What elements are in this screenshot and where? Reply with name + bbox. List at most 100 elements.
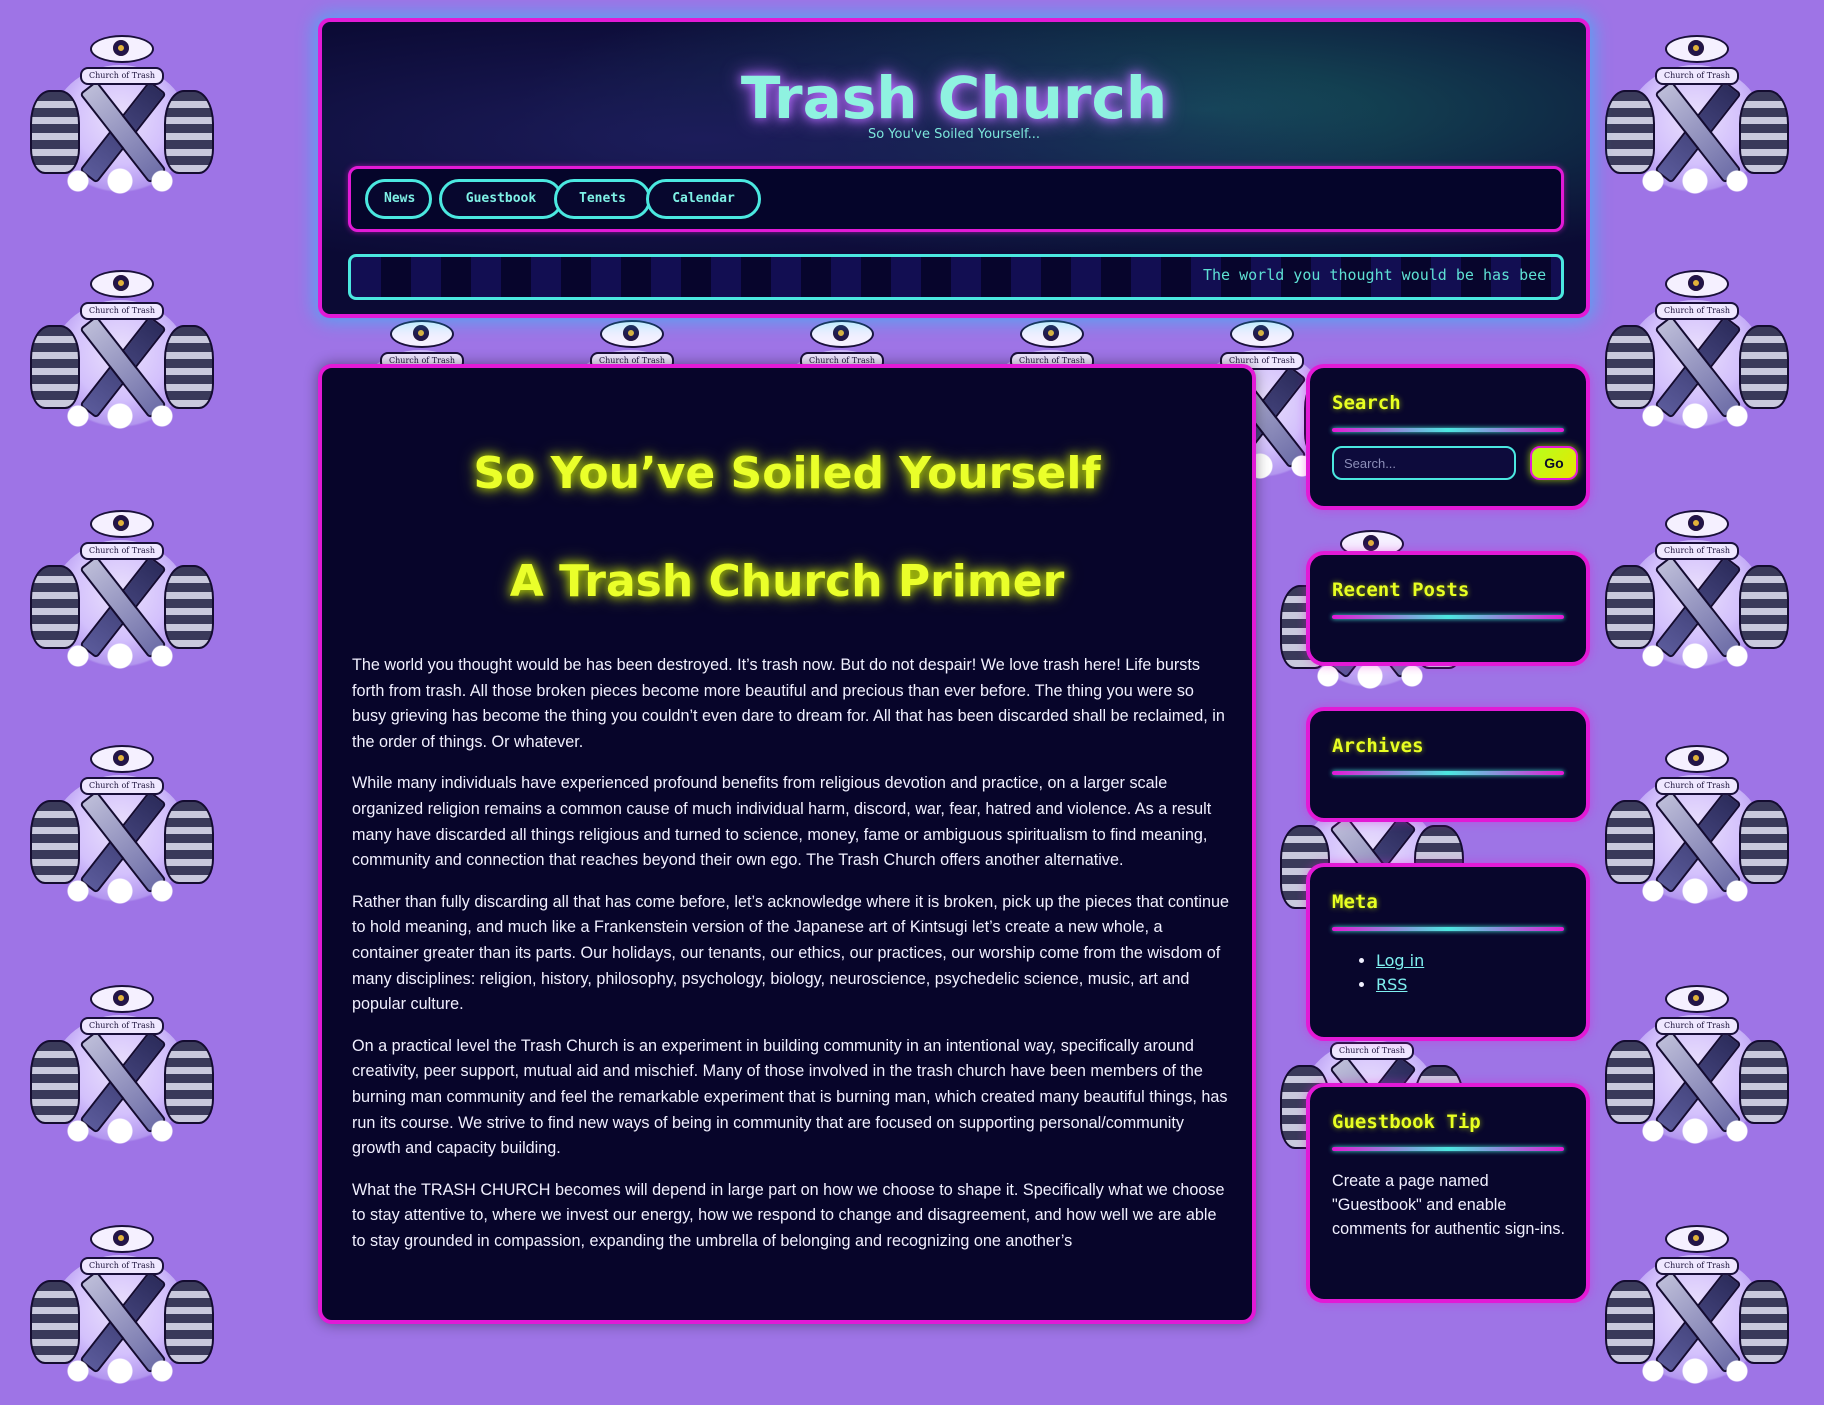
widget-divider (1332, 771, 1564, 775)
main-content: So You’ve Soiled Yourself A Trash Church… (318, 364, 1256, 1324)
search-button[interactable]: Go (1530, 446, 1578, 480)
raccoon-icon (1605, 325, 1655, 409)
raccoon-icon (1739, 1040, 1789, 1124)
raccoon-icon (164, 1280, 214, 1364)
emblem-banner: Church of Trash (1330, 1042, 1414, 1060)
emblem-decoration: Church of Trash (10, 240, 230, 450)
nav-item-guestbook[interactable]: Guestbook (439, 179, 563, 219)
emblem-decoration: Church of Trash (10, 480, 230, 690)
widget-divider (1332, 927, 1564, 931)
list-item: RSS (1376, 973, 1424, 997)
eye-icon (1665, 745, 1729, 773)
raccoon-icon (30, 1280, 80, 1364)
eye-icon (1665, 270, 1729, 298)
list-item: Log in (1376, 949, 1424, 973)
emblem-banner: Church of Trash (1655, 777, 1739, 795)
post-paragraph: The world you thought would be has been … (352, 656, 1225, 751)
site-tagline: So You've Soiled Yourself... (867, 127, 1041, 142)
emblem-banner: Church of Trash (80, 1257, 164, 1275)
raccoon-icon (1605, 1040, 1655, 1124)
eye-icon (90, 510, 154, 538)
raccoon-icon (1605, 565, 1655, 649)
emblem-banner: Church of Trash (80, 777, 164, 795)
eye-icon (90, 745, 154, 773)
scrolling-ticker: The world you thought would be has bee (348, 254, 1564, 300)
meta-link-list: Log in RSS (1350, 949, 1424, 997)
main-navigation: News Guestbook Tenets Calendar (348, 166, 1564, 232)
widget-divider (1332, 428, 1564, 432)
flower-icon (1635, 1355, 1755, 1387)
guestbook-tip-text: Create a page named "Guestbook" and enab… (1332, 1172, 1566, 1238)
emblem-banner: Church of Trash (1655, 542, 1739, 560)
emblem-banner: Church of Trash (1655, 1257, 1739, 1275)
raccoon-icon (1739, 1280, 1789, 1364)
raccoon-icon (1605, 800, 1655, 884)
emblem-banner: Church of Trash (80, 67, 164, 85)
raccoon-icon (1739, 325, 1789, 409)
eye-icon (1665, 1225, 1729, 1253)
flower-icon (60, 1115, 180, 1147)
raccoon-icon (1739, 565, 1789, 649)
flower-icon (60, 165, 180, 197)
eye-icon (810, 320, 874, 348)
eye-icon (600, 320, 664, 348)
raccoon-icon (1739, 90, 1789, 174)
raccoon-icon (30, 90, 80, 174)
eye-icon (1020, 320, 1084, 348)
emblem-banner: Church of Trash (80, 302, 164, 320)
raccoon-icon (164, 325, 214, 409)
emblem-decoration: Church of Trash (1585, 715, 1805, 925)
login-link[interactable]: Log in (1376, 951, 1424, 970)
widget-title: Recent Posts (1332, 579, 1470, 601)
emblem-banner: Church of Trash (1655, 302, 1739, 320)
widget-title: Search (1332, 392, 1401, 414)
eye-icon (1230, 320, 1294, 348)
search-widget: Search Go (1306, 364, 1590, 510)
site-title[interactable]: Trash Church (322, 64, 1586, 132)
post-body: The world you thought would be has been … (352, 653, 1232, 1270)
eye-icon (390, 320, 454, 348)
eye-icon (90, 985, 154, 1013)
eye-icon (90, 1225, 154, 1253)
flower-icon (1635, 165, 1755, 197)
eye-icon (1665, 510, 1729, 538)
emblem-decoration: Church of Trash (10, 715, 230, 925)
post-subtitle: A Trash Church Primer (509, 556, 1065, 607)
raccoon-icon (164, 800, 214, 884)
flower-icon (1635, 400, 1755, 432)
rss-link[interactable]: RSS (1376, 975, 1407, 994)
meta-widget: Meta Log in RSS (1306, 863, 1590, 1041)
search-input[interactable] (1332, 446, 1516, 480)
flower-icon (1635, 1115, 1755, 1147)
post-paragraph: What the TRASH CHURCH becomes will depen… (352, 1180, 1225, 1250)
emblem-banner: Church of Trash (80, 542, 164, 560)
emblem-decoration: Church of Trash (10, 955, 230, 1165)
emblem-banner: Church of Trash (1655, 67, 1739, 85)
flower-icon (1635, 875, 1755, 907)
flower-icon (60, 640, 180, 672)
widget-divider (1332, 1147, 1564, 1151)
emblem-decoration: Church of Trash (10, 1195, 230, 1405)
post-paragraph: While many individuals have experienced … (352, 774, 1212, 870)
widget-divider (1332, 615, 1564, 619)
emblem-decoration: Church of Trash (10, 5, 230, 215)
emblem-banner: Church of Trash (1655, 1017, 1739, 1035)
widget-title: Meta (1332, 891, 1378, 913)
widget-title: Guestbook Tip (1332, 1111, 1481, 1133)
nav-item-news[interactable]: News (365, 179, 432, 219)
raccoon-icon (164, 90, 214, 174)
emblem-decoration: Church of Trash (1585, 1195, 1805, 1405)
site-header: Trash Church So You've Soiled Yourself..… (318, 18, 1590, 318)
post-paragraph: Rather than fully discarding all that ha… (352, 892, 1230, 1014)
nav-item-calendar[interactable]: Calendar (646, 179, 761, 219)
raccoon-icon (30, 1040, 80, 1124)
flower-icon (60, 400, 180, 432)
guestbook-tip-widget: Guestbook Tip Create a page named "Guest… (1306, 1083, 1590, 1303)
emblem-banner: Church of Trash (80, 1017, 164, 1035)
archives-widget: Archives (1306, 707, 1590, 822)
flower-icon (1635, 640, 1755, 672)
flower-icon (60, 1355, 180, 1387)
raccoon-icon (1605, 90, 1655, 174)
ticker-text: The world you thought would be has bee (1203, 266, 1547, 284)
nav-item-tenets[interactable]: Tenets (554, 179, 651, 219)
